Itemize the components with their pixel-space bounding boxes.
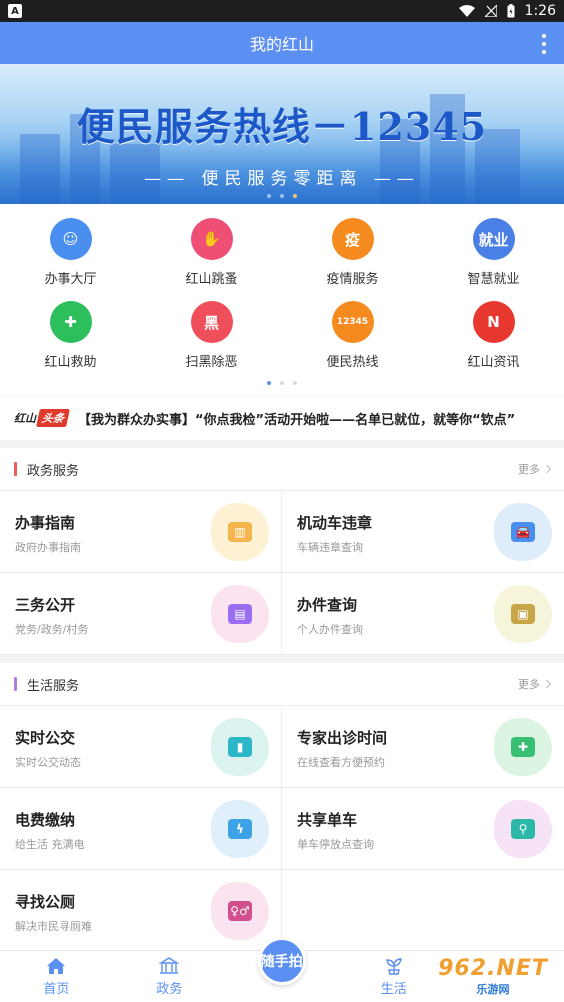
quick-item-label: 红山资讯 (467, 355, 520, 370)
quick-item-label: 红山救助 (44, 355, 97, 370)
case-query-icon: ▣ (494, 585, 552, 643)
section-title: 生活服务 (27, 678, 80, 694)
wifi-icon (458, 5, 475, 17)
empty-card-slot (282, 870, 564, 952)
quick-grid-pager (0, 381, 564, 385)
snapshot-button[interactable]: 随手拍 (257, 937, 306, 985)
quick-item-label: 扫黑除恶 (185, 355, 238, 370)
watermark-logo: 962.NET 乐游网 (428, 954, 558, 998)
section-header: 生活服务 更多 (0, 663, 564, 706)
government-icon (159, 957, 180, 974)
nav-snapshot[interactable]: 随手拍 (226, 937, 338, 1002)
quick-item-label: 红山跳蚤 (185, 272, 238, 287)
anti-crime-icon: 黑 (190, 301, 233, 343)
quick-services: ☺ 办事大厅 ✋ 红山跳蚤疫疫情服务 就业 智慧就业 ✚ 红山救助黑扫黑除恶 12345 便民热线… (0, 204, 564, 395)
section-header: 政务服务 更多 (0, 448, 564, 491)
section-accent-bar (14, 462, 17, 476)
quick-item[interactable]: ☺ 办事大厅 (0, 218, 141, 287)
chevron-right-icon (542, 464, 552, 474)
battery-icon (507, 4, 515, 18)
service-card[interactable]: 办事指南 政府办事指南 ▥ (0, 491, 282, 573)
quick-item-label: 智慧就业 (467, 272, 520, 287)
service-card[interactable]: 专家出诊时间 在线查看方便预约 ✚ (282, 706, 564, 788)
sprout-icon (385, 958, 402, 975)
epidemic-icon: 疫 (331, 218, 374, 260)
banner-headline: 便民服务热线－12345 (76, 104, 488, 149)
service-card[interactable]: 三务公开 党务/政务/村务 ▤ (0, 573, 282, 655)
bottom-nav: 首页 政务 随手拍 生活 962.NET 乐游网 (0, 937, 564, 1002)
news-ticker[interactable]: 红山 头条 【我为群众办实事】“你点我检”活动开始啦——名单已就位，就等你“钦点” (0, 395, 564, 440)
service-card[interactable]: 办件查询 个人办件查询 ▣ (282, 573, 564, 655)
app-bar: 我的红山 (0, 22, 564, 64)
section-cards: 实时公交 实时公交动态 ▮ 专家出诊时间 在线查看方便预约 ✚ 电费缴纳 给生活 充满电 ϟ 共享… (0, 706, 564, 952)
notification-icon: A (8, 4, 22, 18)
home-icon (47, 958, 66, 974)
quick-item[interactable]: 就业 智慧就业 (423, 218, 564, 287)
public-affairs-icon: ▤ (211, 585, 269, 643)
quick-item[interactable]: ✋ 红山跳蚤 (141, 218, 282, 287)
section-accent-bar (14, 677, 17, 691)
service-card[interactable]: 实时公交 实时公交动态 ▮ (0, 706, 282, 788)
service-card[interactable]: 共享单车 单车停放点查询 ⚲ (282, 788, 564, 870)
car-violation-icon: 🚘 (494, 503, 552, 561)
section-more-link[interactable]: 更多 (518, 676, 552, 692)
news-logo: 红山 头条 (14, 409, 70, 427)
handshake-icon: ✋ (190, 218, 233, 260)
banner-subline: —— 便民服务零距离 —— (144, 169, 420, 189)
clock: 1:26 (524, 3, 556, 19)
electricity-icon: ϟ (211, 800, 269, 858)
quick-item-label: 办事大厅 (44, 272, 97, 287)
nav-home[interactable]: 首页 (0, 951, 113, 1002)
rescue-icon: ✚ (49, 301, 92, 343)
hotline-icon: 12345 (331, 301, 374, 343)
quick-item[interactable]: 黑扫黑除恶 (141, 301, 282, 370)
quick-item[interactable]: N 红山资讯 (423, 301, 564, 370)
news-icon: N (472, 301, 515, 343)
app-screen: A 1:26 我的红山 便民服务热线－12345 —— 便民服务零距离 —— ☺… (0, 0, 564, 1002)
section-title: 政务服务 (27, 463, 80, 479)
nav-gov[interactable]: 政务 (113, 951, 226, 1002)
smile-house-icon: ☺ (49, 218, 92, 260)
banner-carousel[interactable]: 便民服务热线－12345 —— 便民服务零距离 —— (0, 64, 564, 204)
status-bar: A 1:26 (0, 0, 564, 22)
banner-pager (0, 194, 564, 198)
status-icons: 1:26 (458, 3, 556, 19)
government-building-icon: ▥ (211, 503, 269, 561)
news-headline[interactable]: 【我为群众办实事】“你点我检”活动开始啦——名单已就位，就等你“钦点” (78, 409, 515, 428)
app-title: 我的红山 (249, 35, 314, 54)
employment-icon: 就业 (472, 218, 515, 260)
overflow-menu-icon[interactable] (536, 34, 552, 54)
quick-item[interactable]: 12345 便民热线 (282, 301, 423, 370)
service-section: 政务服务 更多办事指南 政府办事指南 ▥ 机动车违章 车辆违章查询 🚘 三务公开 党务/政务/村… (0, 448, 564, 655)
chevron-right-icon (542, 679, 552, 689)
restroom-icon: ♀♂ (211, 882, 269, 940)
quick-item[interactable]: ✚ 红山救助 (0, 301, 141, 370)
quick-item-label: 疫情服务 (326, 272, 379, 287)
section-more-link[interactable]: 更多 (518, 461, 552, 477)
service-section: 生活服务 更多实时公交 实时公交动态 ▮ 专家出诊时间 在线查看方便预约 ✚ 电费缴纳 给生活 … (0, 663, 564, 952)
quick-grid: ☺ 办事大厅 ✋ 红山跳蚤疫疫情服务 就业 智慧就业 ✚ 红山救助黑扫黑除恶 12345 便民热线… (0, 218, 564, 370)
quick-item[interactable]: 疫疫情服务 (282, 218, 423, 287)
service-card[interactable]: 机动车违章 车辆违章查询 🚘 (282, 491, 564, 573)
no-signal-icon (484, 5, 497, 17)
quick-item-label: 便民热线 (326, 355, 379, 370)
bus-icon: ▮ (211, 718, 269, 776)
bicycle-icon: ⚲ (494, 800, 552, 858)
section-cards: 办事指南 政府办事指南 ▥ 机动车违章 车辆违章查询 🚘 三务公开 党务/政务/村务 ▤ 办件查询… (0, 491, 564, 655)
service-card[interactable]: 电费缴纳 给生活 充满电 ϟ (0, 788, 282, 870)
medical-kit-icon: ✚ (494, 718, 552, 776)
service-card[interactable]: 寻找公厕 解决市民寻厕难 ♀♂ (0, 870, 282, 952)
